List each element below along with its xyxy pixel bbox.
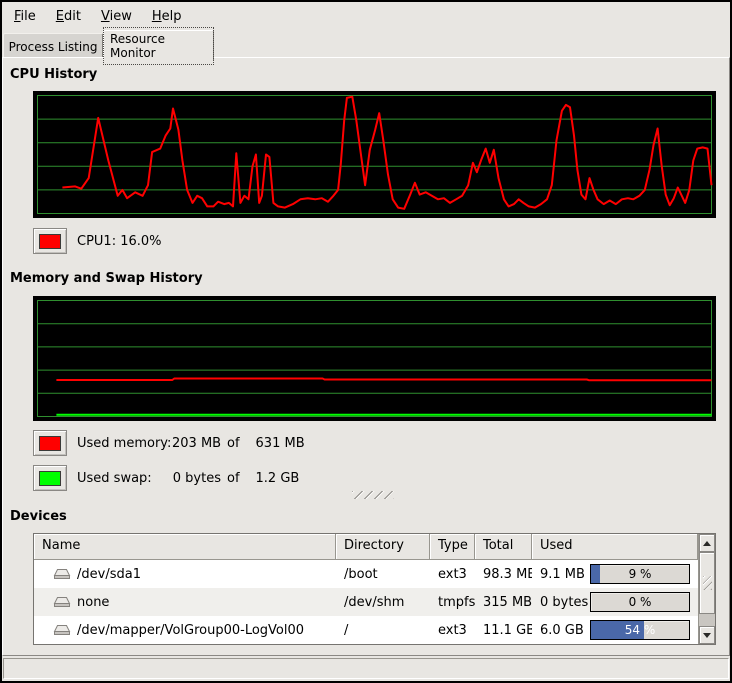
memory-legend: Used memory: 203 MB of 631 MB (33, 430, 305, 456)
device-total-cell: 315 MB (475, 595, 532, 610)
device-used-value: 0 bytes (540, 595, 588, 610)
column-header-directory[interactable]: Directory (336, 534, 430, 560)
menu-view[interactable]: View (91, 4, 142, 29)
usage-percent-label: 0 % (591, 593, 689, 611)
swap-used-value: 0 bytes (172, 471, 221, 486)
device-type-cell: tmpfs (430, 595, 475, 610)
usage-progress-bar: 0 % (590, 592, 690, 612)
memory-color-swatch (39, 436, 61, 451)
cpu-color-button[interactable] (33, 228, 67, 254)
column-header-type[interactable]: Type (430, 534, 475, 560)
swap-color-swatch (39, 471, 61, 486)
device-row-3[interactable]: /dev/mapper/VolGroup00-LogVol00 /ext311.1… (34, 616, 698, 644)
tab-label: Process Listing (9, 40, 98, 54)
device-row-2[interactable]: none/dev/shmtmpfs315 MB0 bytes0 % (34, 588, 698, 616)
swap-of-text: of (227, 471, 240, 486)
vertical-scrollbar[interactable] (698, 534, 715, 644)
devices-list: NameDirectoryTypeTotalUsed /dev/sda1/boo… (34, 534, 698, 644)
scroll-down-button[interactable] (699, 626, 715, 644)
menu-file[interactable]: File (4, 4, 46, 29)
device-total-cell: 11.1 GB (475, 623, 532, 638)
device-name: none (77, 595, 109, 610)
device-name-cell: /dev/sda1 (34, 567, 336, 582)
device-used-cell: 0 bytes0 % (532, 592, 698, 612)
scroll-up-button[interactable] (699, 534, 715, 552)
device-total-cell: 98.3 MB (475, 567, 532, 582)
devices-header: NameDirectoryTypeTotalUsed (34, 534, 698, 560)
column-header-name[interactable]: Name (34, 534, 336, 560)
cpu-history-graph (33, 91, 716, 218)
tab-process-listing[interactable]: Process Listing (3, 33, 103, 59)
device-used-value: 9.1 MB (540, 567, 585, 582)
arrow-up-icon (703, 541, 711, 546)
tab-label: Resource Monitor (104, 28, 213, 64)
arrow-down-icon (703, 633, 711, 638)
usage-percent-label: 9 % (591, 565, 689, 583)
memory-of-text: of (227, 436, 240, 451)
cpu-legend-label: CPU1: 16.0% (77, 234, 162, 249)
menu-help[interactable]: Help (142, 4, 192, 29)
column-header-used[interactable]: Used (532, 534, 698, 560)
usage-progress-bar: 54 % (590, 620, 690, 640)
swap-legend: Used swap: 0 bytes of 1.2 GB (33, 465, 299, 491)
device-used-cell: 6.0 GB 54 % (532, 620, 698, 640)
memory-color-button[interactable] (33, 430, 67, 456)
device-name: /dev/sda1 (77, 567, 141, 582)
device-type-cell: ext3 (430, 567, 475, 582)
page-resource-monitor: CPU History CPU1: 16.0% Memory and Swap … (2, 57, 730, 656)
swap-total-value: 1.2 GB (256, 471, 300, 486)
memory-legend-label: Used memory: (77, 436, 172, 451)
device-directory-cell: / (336, 623, 430, 638)
window: FileEditViewHelp Process Listing Resource… (0, 0, 732, 683)
device-type-cell: ext3 (430, 623, 475, 638)
device-directory-cell: /dev/shm (336, 595, 430, 610)
swap-legend-label: Used swap: (77, 471, 172, 486)
device-used-value: 6.0 GB (540, 623, 584, 638)
devices-body: /dev/sda1/bootext398.3 MB9.1 MB9 %none/d… (34, 560, 698, 644)
device-directory-cell: /boot (336, 567, 430, 582)
device-name: /dev/mapper/VolGroup00-LogVol00 (77, 623, 304, 638)
swap-color-button[interactable] (33, 465, 67, 491)
device-row-1[interactable]: /dev/sda1/bootext398.3 MB 9.1 MB 9 % (34, 560, 698, 588)
device-name-cell: /dev/mapper/VolGroup00-LogVol00 (34, 623, 336, 638)
devices-table: NameDirectoryTypeTotalUsed /dev/sda1/boo… (33, 533, 716, 645)
memory-used-value: 203 MB (172, 436, 221, 451)
memory-swap-graph (33, 296, 716, 421)
menubar: FileEditViewHelp (2, 2, 730, 30)
usage-progress-bar: 9 % (590, 564, 690, 584)
disk-icon (53, 624, 71, 637)
cpu-color-swatch (39, 234, 61, 249)
status-bar (3, 658, 729, 679)
device-name-cell: none (34, 595, 336, 610)
menu-edit[interactable]: Edit (46, 4, 91, 29)
memory-total-value: 631 MB (256, 436, 305, 451)
scrollbar-thumb[interactable] (699, 552, 715, 614)
usage-percent-label: 54 % (591, 621, 689, 639)
tab-resource-monitor[interactable]: Resource Monitor (103, 30, 214, 60)
cpu-legend: CPU1: 16.0% (33, 228, 162, 254)
pane-resize-grip[interactable] (352, 491, 394, 499)
device-used-cell: 9.1 MB 9 % (532, 564, 698, 584)
disk-icon (53, 568, 71, 581)
column-header-total[interactable]: Total (475, 534, 532, 560)
cpu-history-title: CPU History (10, 67, 97, 82)
memory-swap-title: Memory and Swap History (10, 271, 203, 286)
disk-icon (53, 596, 71, 609)
devices-title: Devices (10, 509, 67, 524)
